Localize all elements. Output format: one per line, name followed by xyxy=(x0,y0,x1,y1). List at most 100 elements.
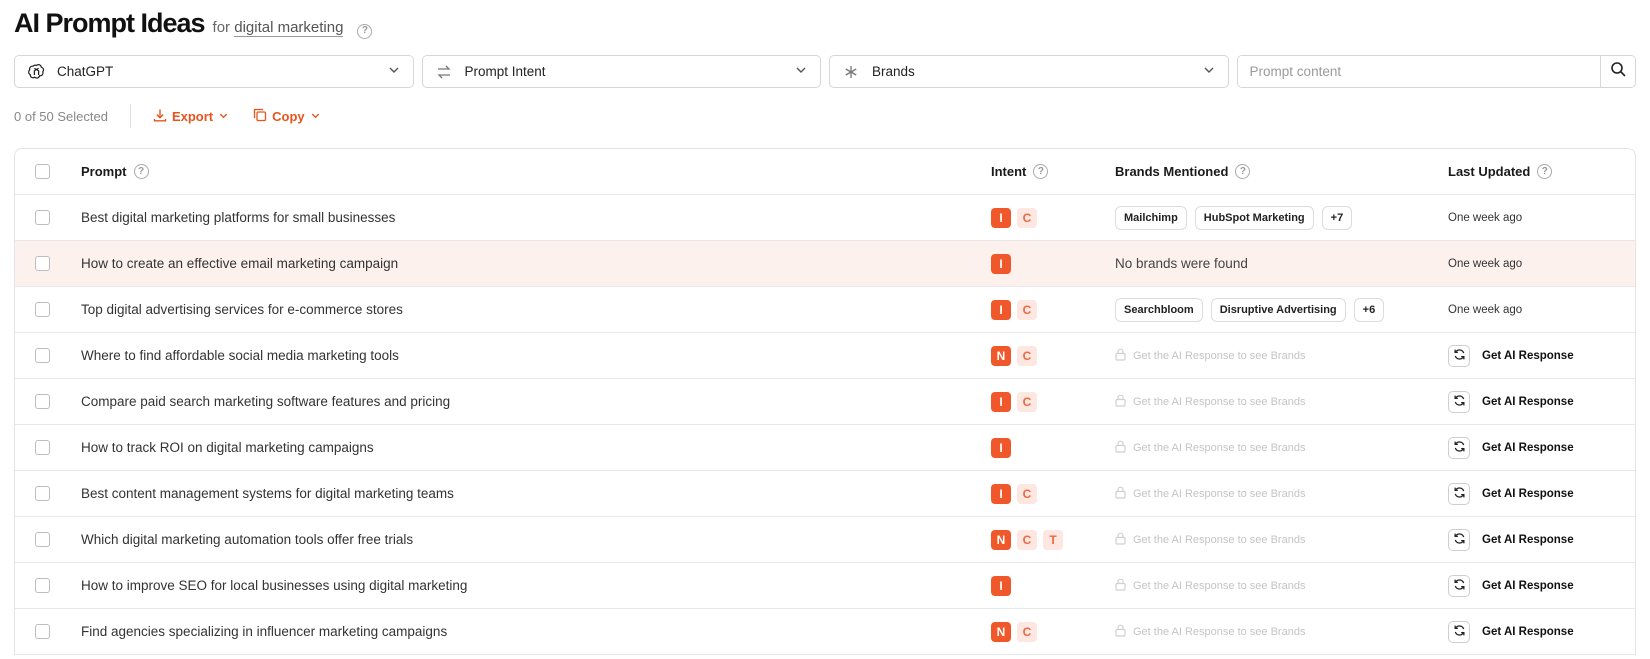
help-icon[interactable]: ? xyxy=(357,23,373,39)
brands-cell: Mailchimp HubSpot Marketing +7 xyxy=(1115,205,1353,230)
select-all-checkbox[interactable] xyxy=(35,164,50,179)
row-checkbox[interactable] xyxy=(35,624,50,639)
row-checkbox[interactable] xyxy=(35,348,50,363)
refresh-button[interactable] xyxy=(1448,574,1470,597)
intent-badge: I xyxy=(991,207,1011,228)
table-row[interactable]: Where to find affordable social media ma… xyxy=(15,333,1635,379)
prompt-search xyxy=(1236,55,1637,88)
intent-badge: I xyxy=(991,299,1011,320)
refresh-button[interactable] xyxy=(1448,528,1470,551)
toolbar-divider xyxy=(129,104,131,128)
brand-chip[interactable]: +6 xyxy=(1353,297,1385,322)
refresh-button[interactable] xyxy=(1448,620,1470,643)
intent-badges: NC xyxy=(991,345,1037,366)
row-checkbox[interactable] xyxy=(35,394,50,409)
prompt-text: Best content management systems for digi… xyxy=(81,486,454,501)
intent-badges: I xyxy=(991,437,1011,458)
prompt-header-label: Prompt xyxy=(81,164,127,179)
search-icon xyxy=(1610,61,1626,82)
updated-cell: Get AI Response xyxy=(1448,482,1574,505)
brands-cell: Searchbloom Disruptive Advertising +6 xyxy=(1115,297,1385,322)
topic-link[interactable]: digital marketing xyxy=(234,19,344,37)
updated-text: One week ago xyxy=(1448,257,1523,270)
brand-chip[interactable]: Searchbloom xyxy=(1115,297,1203,322)
prompt-text: Compare paid search marketing software f… xyxy=(81,394,451,409)
intent-badges: IC xyxy=(991,207,1037,228)
selection-toolbar: 0 of 50 Selected Export Copy xyxy=(14,104,345,128)
refresh-icon xyxy=(1453,394,1466,410)
get-ai-response-button[interactable]: Get AI Response xyxy=(1482,350,1574,362)
get-ai-response-button[interactable]: Get AI Response xyxy=(1482,626,1574,638)
row-checkbox[interactable] xyxy=(35,532,50,547)
intent-arrows-icon xyxy=(435,63,453,81)
brand-chip[interactable]: Disruptive Advertising xyxy=(1210,297,1346,322)
brand-chip[interactable]: HubSpot Marketing xyxy=(1194,205,1314,230)
copy-icon xyxy=(253,108,267,125)
chevron-down-icon xyxy=(387,63,401,80)
updated-header-label: Last Updated xyxy=(1448,164,1531,179)
brands-label: Brands xyxy=(872,64,915,79)
table-row[interactable]: Best content management systems for digi… xyxy=(15,471,1635,517)
prompts-table: Prompt ? Intent ? Brands Mentioned ? Las… xyxy=(14,148,1636,655)
table-row[interactable]: How to track ROI on digital marketing ca… xyxy=(15,425,1635,471)
locked-brands-text: Get the AI Response to see Brands xyxy=(1133,487,1306,500)
get-ai-response-button[interactable]: Get AI Response xyxy=(1482,534,1574,546)
table-row[interactable]: Which digital marketing automation tools… xyxy=(15,517,1635,563)
intent-badges: NCT xyxy=(991,529,1063,550)
row-checkbox[interactable] xyxy=(35,440,50,455)
for-label: for xyxy=(212,19,231,36)
openai-icon xyxy=(27,63,45,81)
brands-select[interactable]: Brands xyxy=(829,55,1229,88)
table-row[interactable]: How to create an effective email marketi… xyxy=(15,241,1635,287)
refresh-button[interactable] xyxy=(1448,344,1470,367)
brands-header-label: Brands Mentioned xyxy=(1115,164,1229,179)
refresh-button[interactable] xyxy=(1448,482,1470,505)
prompt-text: How to improve SEO for local businesses … xyxy=(81,578,468,593)
table-row[interactable]: Compare paid search marketing software f… xyxy=(15,379,1635,425)
search-button[interactable] xyxy=(1600,56,1636,87)
intent-badge: I xyxy=(991,483,1011,504)
export-button[interactable]: Export xyxy=(153,108,229,125)
updated-cell: One week ago xyxy=(1448,304,1522,316)
get-ai-response-button[interactable]: Get AI Response xyxy=(1482,580,1574,592)
help-icon[interactable]: ? xyxy=(1235,164,1251,179)
row-checkbox[interactable] xyxy=(35,256,50,271)
table-row[interactable]: Best digital marketing platforms for sma… xyxy=(15,195,1635,241)
table-row[interactable]: Top digital advertising services for e-c… xyxy=(15,287,1635,333)
chevron-down-icon xyxy=(794,63,808,80)
updated-cell: Get AI Response xyxy=(1448,620,1574,643)
prompt-text: Which digital marketing automation tools… xyxy=(81,532,414,547)
copy-button[interactable]: Copy xyxy=(253,108,321,125)
intent-select[interactable]: Prompt Intent xyxy=(421,55,822,88)
selection-count: 0 of 50 Selected xyxy=(14,108,108,124)
get-ai-response-button[interactable]: Get AI Response xyxy=(1482,442,1574,454)
copy-label: Copy xyxy=(272,108,305,124)
brands-cell: Get the AI Response to see Brands xyxy=(1115,578,1305,594)
lock-icon xyxy=(1115,486,1126,502)
row-checkbox[interactable] xyxy=(35,302,50,317)
help-icon[interactable]: ? xyxy=(1537,164,1553,179)
model-select[interactable]: ChatGPT xyxy=(14,55,414,88)
row-checkbox[interactable] xyxy=(35,210,50,225)
table-row[interactable]: Find agencies specializing in influencer… xyxy=(15,609,1635,655)
download-icon xyxy=(153,108,167,125)
get-ai-response-button[interactable]: Get AI Response xyxy=(1482,488,1574,500)
table-row[interactable]: How to improve SEO for local businesses … xyxy=(15,563,1635,609)
intent-badge: N xyxy=(991,345,1011,366)
refresh-button[interactable] xyxy=(1448,390,1470,413)
intent-badge: C xyxy=(1017,299,1037,320)
refresh-icon xyxy=(1453,348,1466,364)
lock-icon xyxy=(1115,394,1126,410)
help-icon[interactable]: ? xyxy=(133,164,149,179)
row-checkbox[interactable] xyxy=(35,578,50,593)
help-icon[interactable]: ? xyxy=(1033,164,1049,179)
locked-brands: Get the AI Response to see Brands xyxy=(1115,394,1305,410)
prompt-search-input[interactable] xyxy=(1237,56,1601,87)
brand-chip[interactable]: +7 xyxy=(1321,205,1353,230)
refresh-button[interactable] xyxy=(1448,436,1470,459)
row-checkbox[interactable] xyxy=(35,486,50,501)
intent-badge: I xyxy=(991,253,1011,274)
brand-chip[interactable]: Mailchimp xyxy=(1115,205,1187,230)
chevron-down-icon xyxy=(218,109,229,124)
get-ai-response-button[interactable]: Get AI Response xyxy=(1482,396,1574,408)
